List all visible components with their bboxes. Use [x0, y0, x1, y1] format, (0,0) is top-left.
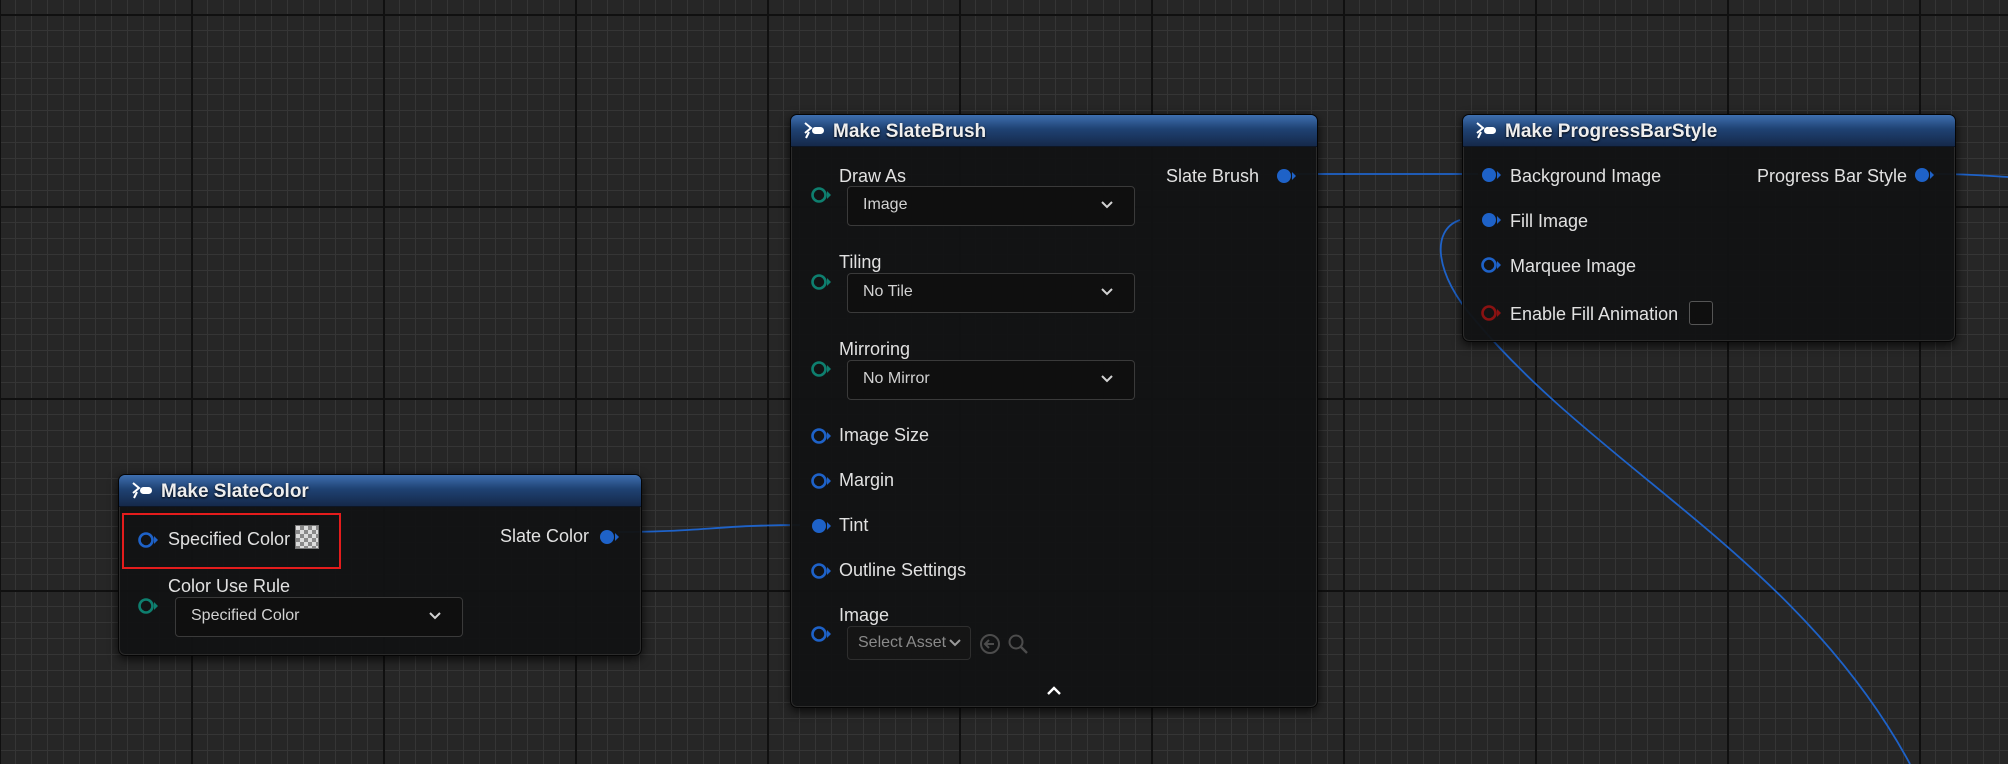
dropdown-value: No Mirror [863, 370, 930, 387]
wire-slate-color-to-tint [617, 524, 801, 533]
chevron-down-icon [949, 639, 961, 647]
fill-image-pin[interactable] [1480, 211, 1502, 229]
specified-color-pin[interactable] [137, 531, 159, 549]
tint-pin[interactable] [810, 517, 832, 535]
dropdown-value: Specified Color [191, 607, 300, 624]
tint-label: Tint [839, 515, 869, 535]
specified-color-label: Specified Color [168, 529, 291, 549]
function-icon [1476, 122, 1496, 139]
node-title: Make SlateColor [161, 481, 309, 502]
make-progress-bar-style-node[interactable]: Make ProgressBarStyle Background Image P… [1462, 114, 1956, 342]
slate-brush-pin[interactable] [1275, 167, 1297, 185]
image-label: Image [839, 605, 890, 625]
search-icon[interactable] [1007, 633, 1029, 655]
use-selected-asset-icon[interactable] [979, 633, 1001, 655]
chevron-up-icon[interactable] [1045, 683, 1063, 697]
draw-as-dropdown[interactable]: Image [847, 186, 1135, 226]
function-icon [132, 482, 152, 499]
slate-color-pin[interactable] [598, 528, 620, 546]
chevron-down-icon [1101, 201, 1113, 209]
enable-fill-animation-checkbox[interactable] [1689, 301, 1713, 325]
outline-settings-pin[interactable] [810, 562, 832, 580]
enable-fill-animation-pin[interactable] [1480, 304, 1502, 322]
enable-fill-animation-label: Enable Fill Animation [1510, 304, 1679, 324]
chevron-down-icon [1101, 375, 1113, 383]
tiling-dropdown[interactable]: No Tile [847, 273, 1135, 313]
chevron-down-icon [1101, 288, 1113, 296]
make-slate-color-node[interactable]: Make SlateColor Specified Color Slate Co… [118, 474, 642, 656]
mirroring-label: Mirroring [839, 339, 911, 359]
color-swatch[interactable] [295, 525, 319, 549]
progress-bar-style-pin[interactable] [1913, 166, 1935, 184]
outline-settings-label: Outline Settings [839, 560, 967, 580]
fill-image-label: Fill Image [1510, 211, 1589, 231]
dropdown-value: Image [863, 196, 908, 213]
draw-as-pin[interactable] [810, 186, 832, 204]
mirroring-pin[interactable] [810, 360, 832, 378]
dropdown-value: No Tile [863, 283, 913, 300]
slate-color-label: Slate Color [499, 526, 589, 546]
node-title: Make ProgressBarStyle [1505, 121, 1718, 142]
dropdown-value: Select Asset [858, 634, 947, 651]
marquee-image-pin[interactable] [1480, 256, 1502, 274]
make-slate-brush-node[interactable]: Make SlateBrush Slate Brush Draw As Imag… [790, 114, 1318, 708]
color-use-rule-dropdown[interactable]: Specified Color [175, 597, 463, 637]
progress-bar-style-label: Progress Bar Style [1756, 166, 1907, 186]
chevron-down-icon [429, 612, 441, 620]
node-header[interactable]: Make SlateColor [119, 475, 641, 507]
select-asset-dropdown[interactable]: Select Asset [847, 626, 971, 660]
tiling-pin[interactable] [810, 273, 832, 291]
margin-label: Margin [839, 470, 895, 490]
image-size-pin[interactable] [810, 427, 832, 445]
color-use-rule-pin[interactable] [137, 597, 159, 615]
node-title: Make SlateBrush [833, 121, 987, 142]
mirroring-dropdown[interactable]: No Mirror [847, 360, 1135, 400]
marquee-image-label: Marquee Image [1510, 256, 1637, 276]
draw-as-label: Draw As [839, 166, 907, 186]
image-size-label: Image Size [839, 425, 930, 445]
node-header[interactable]: Make SlateBrush [791, 115, 1317, 147]
margin-pin[interactable] [810, 472, 832, 490]
node-header[interactable]: Make ProgressBarStyle [1463, 115, 1955, 147]
tiling-label: Tiling [839, 252, 882, 272]
image-pin[interactable] [810, 625, 832, 643]
color-use-rule-label: Color Use Rule [168, 576, 291, 596]
background-image-pin[interactable] [1480, 166, 1502, 184]
background-image-label: Background Image [1510, 166, 1662, 186]
slate-brush-label: Slate Brush [1165, 166, 1259, 186]
function-icon [804, 122, 824, 139]
